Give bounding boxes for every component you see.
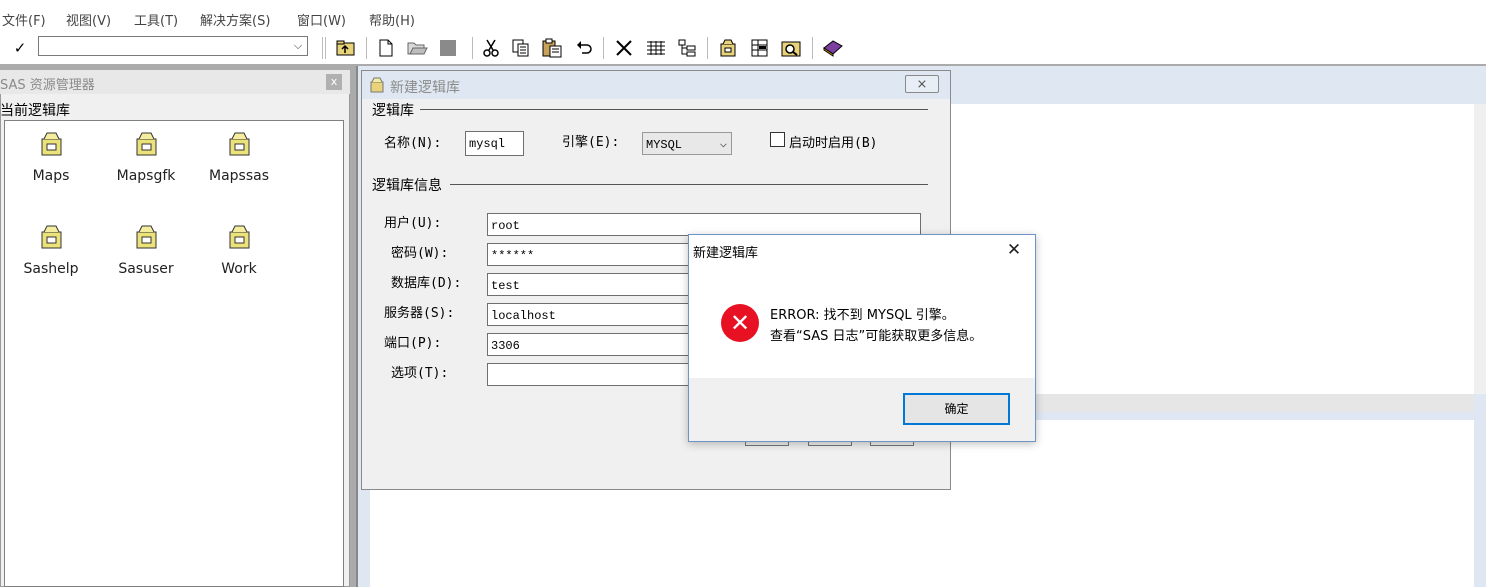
new-library-title: 新建逻辑库 [390, 80, 460, 96]
database-label: 数据库(D): [391, 276, 462, 291]
library-item-mapsgfk[interactable]: Mapsgfk [106, 130, 186, 184]
menu-file[interactable]: 文件(F) [2, 10, 46, 29]
undo-icon[interactable] [574, 38, 594, 58]
enable-at-startup-checkbox[interactable] [770, 132, 785, 147]
chevron-down-icon: ⌵ [719, 137, 727, 151]
toolbar-separator [812, 37, 813, 59]
toolbar-separator [322, 37, 323, 59]
library-folder-icon [136, 225, 157, 249]
error-cross: ✕ [729, 309, 751, 337]
library-item-sashelp[interactable]: Sashelp [11, 223, 91, 277]
explorer-titlebar: SAS 资源管理器 [0, 70, 350, 94]
close-icon[interactable]: ✕ [1004, 240, 1024, 260]
library-icon [370, 77, 384, 93]
copy-icon[interactable] [511, 38, 531, 58]
toolbar-separator [603, 37, 604, 59]
port-label: 端口(P): [384, 336, 442, 351]
error-dialog-title: 新建逻辑库 [693, 246, 759, 261]
menu-tools[interactable]: 工具(T) [134, 10, 178, 29]
group-info-heading: 逻辑库信息 [372, 178, 442, 194]
library-item-mapssas[interactable]: Mapssas [199, 130, 279, 184]
new-icon[interactable] [377, 38, 395, 58]
server-label: 服务器(S): [384, 306, 455, 321]
explorer-title: SAS 资源管理器 [0, 78, 95, 93]
toolbar-separator [707, 37, 708, 59]
name-input[interactable]: mysql [465, 131, 524, 156]
delete-icon[interactable] [614, 38, 634, 58]
library-list [4, 120, 344, 587]
command-combobox[interactable]: ⌵ [38, 36, 308, 56]
details-icon[interactable] [645, 38, 667, 58]
toolbar-separator [325, 37, 326, 59]
library-item-sasuser[interactable]: Sasuser [106, 223, 186, 277]
library-label: Sashelp [23, 261, 79, 277]
error-message-line2: 查看“SAS 日志”可能获取更多信息。 [770, 329, 983, 344]
library-label: Sasuser [118, 261, 174, 277]
group-library-heading: 逻辑库 [372, 103, 414, 119]
submit-check-icon[interactable]: ✓ [10, 38, 30, 58]
help-book-icon[interactable] [821, 38, 845, 58]
open-icon[interactable] [406, 38, 428, 58]
menu-window[interactable]: 窗口(W) [297, 10, 346, 29]
library-folder-icon [41, 225, 62, 249]
library-item-work[interactable]: Work [199, 223, 279, 277]
library-label: Mapssas [208, 168, 269, 184]
menu-view[interactable]: 视图(V) [66, 10, 111, 29]
user-label: 用户(U): [384, 216, 442, 231]
engine-select[interactable]: MYSQL ⌵ [642, 132, 732, 155]
ok-button[interactable]: 确定 [903, 393, 1010, 425]
close-icon[interactable]: ⨯ [905, 75, 939, 93]
library-item-maps[interactable]: Maps [11, 130, 91, 184]
tree-icon[interactable] [677, 38, 699, 58]
library-folder-icon [41, 132, 62, 156]
user-input[interactable]: root [487, 213, 921, 236]
menu-bar: 文件(F) 视图(V) 工具(T) 解决方案(S) 窗口(W) 帮助(H) [0, 0, 1486, 34]
password-label: 密码(W): [391, 246, 449, 261]
options-label: 选项(T): [391, 366, 449, 381]
error-icon: ✕ [721, 304, 759, 342]
toolbar-separator [366, 37, 367, 59]
name-label: 名称(N): [384, 136, 442, 151]
group-divider [450, 184, 928, 185]
error-message-line1: ERROR: 找不到 MYSQL 引擎。 [770, 308, 955, 323]
new-library-titlebar: 新建逻辑库 [362, 71, 950, 99]
menu-help[interactable]: 帮助(H) [369, 10, 415, 29]
menu-solutions[interactable]: 解决方案(S) [200, 10, 270, 29]
toolbar-separator [472, 37, 473, 59]
enable-at-startup-label: 启动时启用(B) [789, 136, 878, 151]
engine-value: MYSQL [646, 138, 683, 152]
library-folder-icon [229, 132, 250, 156]
cut-icon[interactable] [482, 38, 500, 58]
library-icon[interactable] [717, 38, 739, 58]
vertical-scrollbar[interactable] [1474, 104, 1486, 394]
library-folder-icon [136, 132, 157, 156]
close-icon[interactable]: x [326, 74, 342, 90]
explorer-heading: 当前逻辑库 [0, 103, 70, 119]
library-label: Maps [32, 168, 70, 184]
paste-icon[interactable] [541, 38, 563, 58]
save-icon[interactable] [438, 38, 458, 58]
table-icon[interactable] [749, 38, 771, 58]
chevron-down-icon[interactable]: ⌵ [289, 37, 307, 55]
engine-label: 引擎(E): [562, 135, 620, 150]
up-folder-icon[interactable] [335, 38, 357, 58]
query-icon[interactable] [780, 38, 804, 58]
library-label: Work [221, 261, 257, 277]
library-folder-icon [229, 225, 250, 249]
library-label: Mapsgfk [116, 168, 176, 184]
group-divider [420, 109, 928, 110]
